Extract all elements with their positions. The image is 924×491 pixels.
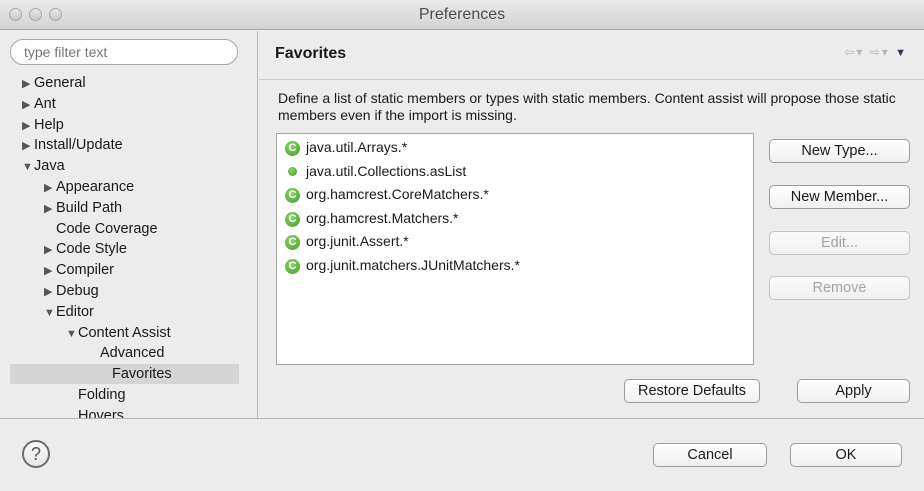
new-type-button[interactable]: New Type... — [769, 139, 910, 163]
page-title: Favorites — [275, 45, 347, 62]
class-icon: C — [285, 187, 300, 203]
back-arrow-icon[interactable]: ⇦▾ — [844, 45, 864, 59]
tree-item-label: Appearance — [56, 179, 135, 195]
header-divider — [259, 79, 924, 80]
tree-item-content-assist[interactable]: ▼Content Assist — [66, 323, 171, 343]
tree-item-hovers[interactable]: Hovers — [66, 406, 124, 418]
collapsed-twisty-icon[interactable]: ▶ — [22, 136, 34, 156]
tree-item-label: Favorites — [112, 366, 172, 383]
forward-arrow-icon[interactable]: ⇨▾ — [870, 45, 890, 59]
filter-input[interactable] — [10, 39, 238, 65]
help-icon[interactable]: ? — [22, 440, 50, 468]
page-navigation: ⇦▾ ⇨▾ ▼ — [844, 45, 908, 59]
expanded-twisty-icon[interactable]: ▼ — [44, 303, 56, 323]
tree-item-label: Debug — [56, 283, 99, 299]
class-icon: C — [285, 211, 300, 227]
favorite-list-item[interactable]: Corg.junit.matchers.JUnitMatchers.* — [285, 255, 520, 275]
favorite-list-item[interactable]: Cjava.util.Arrays.* — [285, 137, 407, 157]
tree-item-label: Content Assist — [78, 324, 171, 341]
tree-item-label: Code Coverage — [56, 220, 158, 237]
favorites-page: Favorites ⇦▾ ⇨▾ ▼ Define a list of stati… — [259, 31, 924, 418]
collapsed-twisty-icon[interactable]: ▶ — [44, 261, 56, 281]
tree-item-editor[interactable]: ▼Editor — [44, 302, 94, 322]
preferences-window: Preferences ▶General▶Ant▶Help▶Install/Up… — [0, 0, 924, 491]
favorite-label: java.util.Arrays.* — [306, 139, 408, 155]
favorite-label: org.hamcrest.CoreMatchers.* — [306, 186, 489, 203]
tree-item-build-path[interactable]: ▶ Build Path — [44, 198, 122, 218]
tree-item-ant[interactable]: ▶ Ant — [22, 94, 56, 114]
collapsed-twisty-icon[interactable]: ▶ — [22, 116, 34, 136]
tree-item-appearance[interactable]: ▶ Appearance — [44, 177, 134, 197]
class-icon: C — [285, 235, 300, 251]
footer-divider — [0, 418, 924, 419]
tree-item-install-update[interactable]: ▶ Install/Update — [22, 135, 123, 155]
tree-item-advanced[interactable]: Advanced — [100, 343, 165, 363]
collapsed-twisty-icon[interactable]: ▶ — [44, 240, 56, 260]
tree-item-label: Install/Update — [34, 137, 123, 154]
favorite-list-item[interactable]: Corg.hamcrest.CoreMatchers.* — [285, 184, 489, 204]
tree-item-favorites[interactable]: Favorites — [10, 364, 239, 385]
collapsed-twisty-icon[interactable]: ▶ — [22, 74, 34, 94]
tree-item-label: Java — [34, 158, 65, 175]
tree-item-folding[interactable]: Folding — [66, 385, 126, 405]
collapsed-twisty-icon[interactable]: ▶ — [44, 199, 56, 219]
new-member-button[interactable]: New Member... — [769, 185, 910, 209]
tree-item-label: General — [34, 75, 86, 91]
tree-item-label: Folding — [78, 387, 126, 403]
apply-button[interactable]: Apply — [797, 379, 910, 403]
favorite-list-item[interactable]: java.util.Collections.asList — [285, 161, 466, 181]
title-bar: Preferences — [0, 0, 924, 30]
tree-item-label: Build Path — [56, 199, 123, 216]
ok-button[interactable]: OK — [790, 443, 902, 467]
public-member-icon — [288, 167, 297, 177]
tree-item-label: Ant — [34, 95, 56, 112]
favorite-list-item[interactable]: Corg.hamcrest.Matchers.* — [285, 208, 459, 228]
tree-item-label: Hovers — [78, 407, 124, 418]
class-icon: C — [285, 258, 300, 274]
cancel-button[interactable]: Cancel — [653, 443, 767, 467]
remove-button[interactable]: Remove — [769, 276, 910, 300]
page-description: Define a list of static members or types… — [278, 90, 896, 123]
favorite-label: org.junit.Assert.* — [306, 233, 409, 250]
favorite-label: java.util.Collections.asList — [306, 162, 467, 179]
preferences-sidebar: ▶General▶Ant▶Help▶Install/Update▼Java▶Ap… — [0, 31, 258, 418]
expanded-twisty-icon[interactable]: ▼ — [22, 157, 34, 177]
tree-item-label: Compiler — [56, 262, 115, 279]
view-menu-icon[interactable]: ▼ — [895, 47, 908, 59]
tree-item-debug[interactable]: ▶ Debug — [44, 281, 99, 301]
tree-item-label: Advanced — [100, 345, 165, 362]
expanded-twisty-icon[interactable]: ▼ — [66, 324, 78, 344]
tree-item-general[interactable]: ▶ General — [22, 73, 86, 93]
favorite-label: org.hamcrest.Matchers.* — [306, 209, 459, 226]
collapsed-twisty-icon[interactable]: ▶ — [22, 95, 34, 115]
tree-item-code-style[interactable]: ▶ Code Style — [44, 239, 127, 259]
tree-item-label: Code Style — [56, 241, 127, 258]
class-icon: C — [285, 140, 300, 156]
restore-defaults-button[interactable]: Restore Defaults — [624, 379, 760, 403]
tree-item-code-coverage[interactable]: Code Coverage — [44, 219, 158, 239]
tree-item-compiler[interactable]: ▶ Compiler — [44, 260, 114, 280]
tree-item-java[interactable]: ▼Java — [22, 156, 65, 176]
tree-item-help[interactable]: ▶ Help — [22, 115, 64, 135]
tree-item-label: Editor — [56, 303, 94, 320]
collapsed-twisty-icon[interactable]: ▶ — [44, 282, 56, 302]
edit-button[interactable]: Edit... — [769, 231, 910, 255]
favorites-list[interactable]: Cjava.util.Arrays.* java.util.Collections… — [276, 133, 754, 365]
tree-item-label: Help — [34, 116, 64, 133]
favorite-label: org.junit.matchers.JUnitMatchers.* — [306, 257, 520, 273]
collapsed-twisty-icon[interactable]: ▶ — [44, 178, 56, 198]
window-title: Preferences — [418, 6, 506, 23]
favorite-list-item[interactable]: Corg.junit.Assert.* — [285, 231, 409, 251]
